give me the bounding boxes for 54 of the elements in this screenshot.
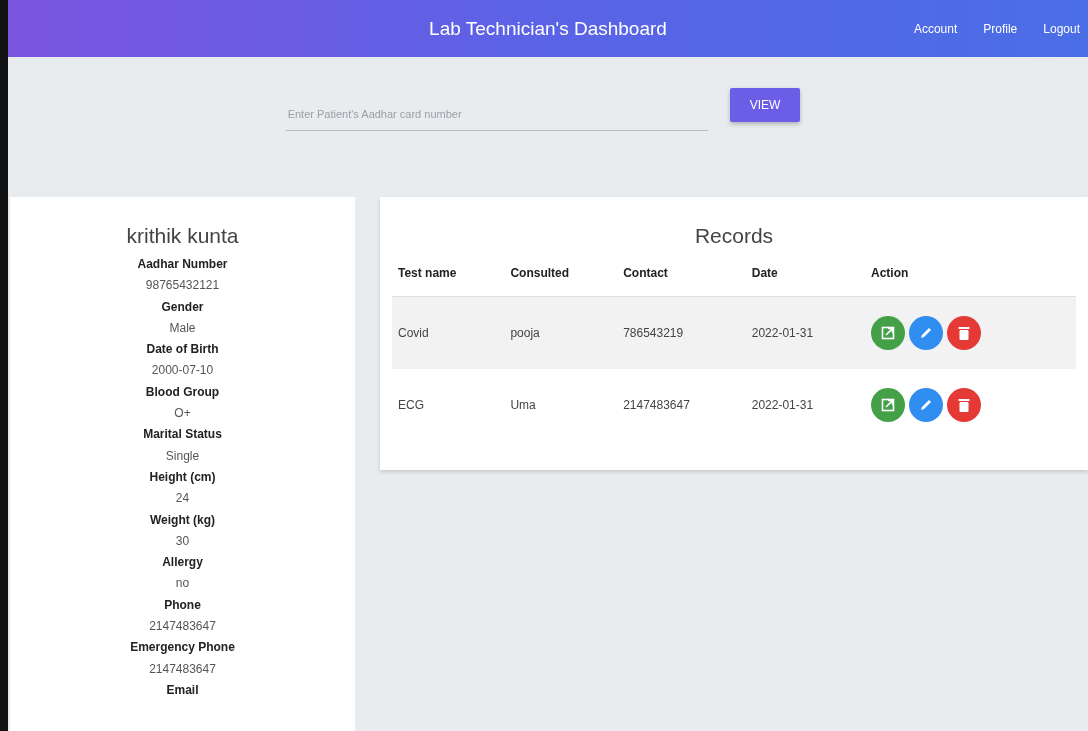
column-header: Consulted bbox=[504, 266, 618, 297]
open-external-icon bbox=[881, 397, 895, 412]
pencil-icon bbox=[919, 325, 933, 340]
field-value: 24 bbox=[175, 490, 190, 508]
column-header: Date bbox=[745, 266, 865, 297]
field-label: Date of Birth bbox=[146, 341, 219, 359]
field-value: 2147483647 bbox=[149, 660, 216, 678]
field-value: 2147483647 bbox=[149, 618, 216, 636]
nav-link[interactable]: Profile bbox=[983, 21, 1018, 36]
table-cell: 2022-01-31 bbox=[745, 296, 865, 369]
nav-link[interactable]: Account bbox=[913, 21, 958, 36]
table-cell: Covid bbox=[392, 296, 505, 369]
table-cell: 2022-01-31 bbox=[745, 368, 865, 441]
pencil-icon bbox=[919, 397, 933, 412]
field-label: Email bbox=[166, 681, 199, 699]
edit-button[interactable] bbox=[909, 387, 943, 422]
view-button[interactable]: VIEW bbox=[729, 88, 801, 122]
column-header: Test name bbox=[392, 266, 505, 297]
nav-link[interactable]: Logout bbox=[1043, 21, 1080, 36]
open-button[interactable] bbox=[871, 315, 905, 350]
delete-button[interactable] bbox=[947, 315, 981, 350]
delete-button[interactable] bbox=[947, 387, 981, 422]
aadhar-input-field[interactable]: Enter Patient's Aadhar card number bbox=[285, 88, 708, 131]
field-value: Male bbox=[169, 319, 196, 337]
trash-icon bbox=[958, 397, 970, 412]
column-header: Action bbox=[865, 266, 1076, 297]
trash-icon bbox=[958, 325, 970, 340]
field-value: no bbox=[175, 575, 190, 593]
table-cell: 786543219 bbox=[617, 296, 746, 369]
open-button[interactable] bbox=[871, 387, 905, 422]
dashboard-title: Lab Technician's Dashboard bbox=[429, 17, 667, 40]
field-value: 30 bbox=[175, 532, 190, 550]
field-value: Single bbox=[165, 447, 200, 465]
table-cell: 2147483647 bbox=[617, 368, 746, 441]
field-value: 98765432121 bbox=[145, 277, 220, 295]
field-label: Allergy bbox=[162, 554, 203, 572]
field-value: 2000-07-10 bbox=[151, 362, 214, 380]
edit-button[interactable] bbox=[909, 315, 943, 350]
field-label: Height (cm) bbox=[149, 468, 216, 486]
field-label: Phone bbox=[164, 596, 201, 614]
table-cell: Uma bbox=[504, 368, 618, 441]
field-label: Marital Status bbox=[143, 426, 222, 444]
patient-name: krithik kunta bbox=[126, 224, 239, 248]
field-value: O+ bbox=[174, 405, 191, 423]
field-label: Gender bbox=[161, 298, 204, 316]
table-cell: pooja bbox=[504, 296, 618, 369]
field-label: Blood Group bbox=[145, 383, 220, 401]
field-label: Emergency Phone bbox=[130, 639, 235, 657]
field-label: Aadhar Number bbox=[137, 256, 228, 273]
column-header: Contact bbox=[617, 266, 746, 297]
records-title: Records bbox=[693, 224, 775, 248]
open-external-icon bbox=[881, 325, 895, 340]
table-cell: ECG bbox=[392, 368, 505, 441]
field-label: Weight (kg) bbox=[149, 511, 216, 529]
